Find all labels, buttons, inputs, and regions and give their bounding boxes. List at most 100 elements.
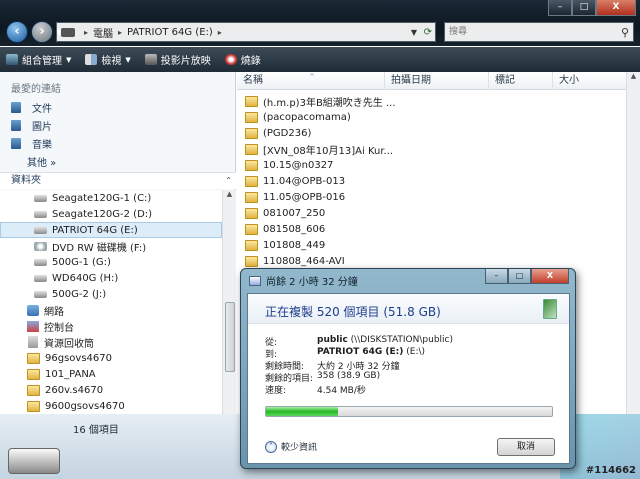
tree-item-recycle-bin[interactable]: 資源回收筒 xyxy=(0,334,222,350)
file-row[interactable]: (pacopacomama) xyxy=(245,109,351,125)
favorite-music[interactable]: 音樂 xyxy=(11,136,52,151)
column-name[interactable]: 名稱 ^ xyxy=(237,72,385,90)
file-row[interactable]: 101808_449 xyxy=(245,237,325,253)
dialog-minimize-button[interactable]: – xyxy=(485,269,508,284)
file-name: 101808_449 xyxy=(263,239,326,251)
tree-item-folder[interactable]: 9600gsovs4670 xyxy=(0,398,222,414)
file-row[interactable]: 110808_464-AVI xyxy=(245,253,345,269)
slideshow-label: 投影片放映 xyxy=(160,56,211,67)
chevron-right-icon[interactable]: ▸ xyxy=(84,28,88,37)
tree-item-label: 500G-1 (G:) xyxy=(52,256,111,268)
address-dropdown-icon[interactable]: ▼ xyxy=(411,28,417,37)
tree-item-g[interactable]: 500G-1 (G:) xyxy=(0,254,222,270)
window-controls: – □ X xyxy=(548,0,636,16)
file-row[interactable]: 10.15@n0327 xyxy=(245,157,333,173)
folder-icon xyxy=(245,255,258,267)
tree-item-d[interactable]: Seagate120G-2 (D:) xyxy=(0,206,222,222)
fewer-details-label: 較少資訊 xyxy=(281,443,318,453)
dialog-window-controls: – □ X xyxy=(485,269,569,284)
column-date-taken[interactable]: 拍攝日期 xyxy=(385,72,489,90)
folder-icon xyxy=(245,223,258,235)
copy-heading: 正在複製 520 個項目 (51.8 GB) xyxy=(265,305,441,319)
scrollbar-thumb[interactable] xyxy=(225,302,235,372)
column-tags[interactable]: 標記 xyxy=(489,72,553,90)
nav-buttons: ‹ › ▼ xyxy=(6,21,62,43)
forward-arrow-icon[interactable]: › xyxy=(31,21,53,43)
file-name: 10.15@n0327 xyxy=(263,159,334,171)
tree-item-c[interactable]: Seagate120G-1 (C:) xyxy=(0,190,222,206)
chevron-right-icon[interactable]: ▸ xyxy=(118,28,122,37)
tree-item-label: 網路 xyxy=(44,306,64,318)
refresh-icon[interactable]: ⟳ xyxy=(424,27,432,38)
folder-icon xyxy=(27,384,40,396)
organize-icon xyxy=(6,54,18,65)
organize-label: 組合管理 xyxy=(22,56,62,67)
scroll-up-icon[interactable]: ▲ xyxy=(223,190,236,202)
back-arrow-icon[interactable]: ‹ xyxy=(6,21,28,43)
tree-item-f[interactable]: DVD RW 磁碟機 (F:) xyxy=(0,238,222,254)
breadcrumb-drive[interactable]: PATRIOT 64G (E:) xyxy=(127,27,213,38)
detail-speed: 速度: 4.54 MB/秒 xyxy=(265,383,366,396)
hard-drive-icon xyxy=(34,290,47,298)
tree-item-label: Seagate120G-2 (D:) xyxy=(52,208,153,220)
tree-item-folder[interactable]: 101_PANA xyxy=(0,366,222,382)
control-panel-icon xyxy=(27,320,39,332)
tree-item-control-panel[interactable]: 控制台 xyxy=(0,318,222,334)
title-bar: – □ X ‹ › ▼ ▸ 電腦 ▸ PATRIOT 64G (E:) ▸ ▼ … xyxy=(0,0,640,46)
folders-header-label: 資料夾 xyxy=(11,175,41,186)
address-bar[interactable]: ▸ 電腦 ▸ PATRIOT 64G (E:) ▸ ▼ ⟳ xyxy=(56,22,436,42)
detail-key: 速度: xyxy=(265,386,287,396)
folder-icon xyxy=(27,368,40,380)
organize-button[interactable]: 組合管理 ▼ xyxy=(6,52,71,67)
file-name: 110808_464-AVI xyxy=(263,255,345,267)
tree-item-folder[interactable]: 96gsovs4670 xyxy=(0,350,222,366)
scroll-up-icon[interactable]: ▲ xyxy=(627,72,640,84)
source-name: public xyxy=(317,335,348,345)
minimize-button[interactable]: – xyxy=(548,0,572,16)
file-row[interactable]: 081508_606 xyxy=(245,221,325,237)
close-button[interactable]: X xyxy=(596,0,636,16)
tree-item-e[interactable]: PATRIOT 64G (E:) xyxy=(0,222,222,238)
file-row[interactable]: 11.04@OPB-013 xyxy=(245,173,345,189)
file-row[interactable]: 11.05@OPB-016 xyxy=(245,189,345,205)
file-row[interactable]: [XVN_08年10月13]Ai Kur... xyxy=(245,141,393,157)
column-size[interactable]: 大小 xyxy=(553,72,626,90)
file-list-scrollbar[interactable]: ▲ xyxy=(626,72,640,414)
fewer-details-toggle[interactable]: ˄ 較少資訊 xyxy=(265,440,317,453)
tree-item-network[interactable]: 網路 xyxy=(0,302,222,318)
detail-value: 358 (38.9 GB) xyxy=(317,371,381,381)
file-row[interactable]: 081007_250 xyxy=(245,205,325,221)
cancel-button[interactable]: 取消 xyxy=(497,438,555,456)
burn-button[interactable]: 燒錄 xyxy=(224,52,261,67)
file-name: (h.m.p)3年B組潮吹き先生 ... xyxy=(263,97,396,109)
favorite-pictures[interactable]: 圖片 xyxy=(11,118,52,133)
chevron-up-icon[interactable]: ˄ xyxy=(265,440,277,453)
dvd-drive-icon xyxy=(34,241,47,251)
column-label: 名稱 xyxy=(243,75,263,86)
breadcrumb-computer[interactable]: 電腦 xyxy=(93,25,113,40)
favorite-documents[interactable]: 文件 xyxy=(11,100,52,115)
chevron-right-icon[interactable]: ▸ xyxy=(218,28,222,37)
command-bar: 組合管理 ▼ 檢視 ▼ 投影片放映 燒錄 xyxy=(0,47,640,72)
search-input[interactable]: 搜尋 ⚲ xyxy=(444,22,634,42)
copy-progress-bar xyxy=(265,406,553,417)
search-icon[interactable]: ⚲ xyxy=(621,24,629,42)
favorites-more-link[interactable]: 其他 » xyxy=(27,154,56,169)
file-name: (PGD236) xyxy=(263,127,312,139)
chevron-up-icon[interactable]: ⌃ xyxy=(225,173,232,189)
slideshow-button[interactable]: 投影片放映 xyxy=(144,52,211,67)
file-row[interactable]: (h.m.p)3年B組潮吹き先生 ... xyxy=(245,93,396,109)
file-row[interactable]: (PGD236) xyxy=(245,125,311,141)
dialog-close-button[interactable]: X xyxy=(531,269,569,284)
tree-item-folder[interactable]: 260v.s4670 xyxy=(0,382,222,398)
dialog-maximize-button[interactable]: □ xyxy=(508,269,531,284)
tree-item-label: 260v.s4670 xyxy=(45,384,104,396)
views-button[interactable]: 檢視 ▼ xyxy=(85,52,131,67)
tree-item-j[interactable]: 500G-2 (J:) xyxy=(0,286,222,302)
maximize-button[interactable]: □ xyxy=(572,0,596,16)
tree-scrollbar[interactable]: ▲ xyxy=(222,190,236,414)
favorite-label: 音樂 xyxy=(32,140,52,151)
folders-header[interactable]: 資料夾 ⌃ xyxy=(0,172,236,189)
tree-item-h[interactable]: WD640G (H:) xyxy=(0,270,222,286)
tree-item-label: 控制台 xyxy=(44,322,74,334)
